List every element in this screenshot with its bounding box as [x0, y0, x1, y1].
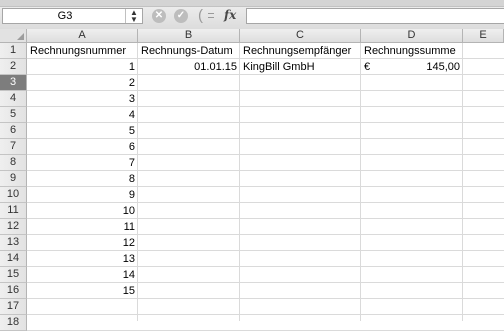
formula-bar: G3 ▲ ▼ ✕ ✓ ( fx [0, 0, 504, 30]
gridline [360, 43, 361, 321]
cell-a6[interactable]: 5 [27, 123, 138, 139]
row-header-14[interactable]: 14 [0, 251, 27, 267]
cell-a4[interactable]: 3 [27, 91, 138, 107]
select-all-triangle-icon [17, 33, 24, 40]
gridline [239, 43, 240, 321]
cell-a13[interactable]: 12 [27, 235, 138, 251]
confirm-check-icon[interactable]: ✓ [174, 9, 188, 23]
row-header-12[interactable]: 12 [0, 219, 27, 235]
cell-a16[interactable]: 15 [27, 283, 138, 299]
spreadsheet: A B C D E 1 2 3 4 5 6 7 8 9 10 11 12 13 14 15 16 17 18 Re… [0, 29, 504, 331]
row-header-5[interactable]: 5 [0, 107, 27, 123]
cell-b1[interactable]: Rechnungs-Datum [138, 43, 240, 59]
cell-c1[interactable]: Rechnungsempfänger [240, 43, 361, 59]
cell-b2[interactable]: 01.01.15 [138, 59, 240, 75]
row-header-9[interactable]: 9 [0, 171, 27, 187]
formula-input[interactable] [246, 8, 504, 24]
name-box[interactable]: G3 ▲ ▼ [2, 8, 143, 24]
row-header-13[interactable]: 13 [0, 235, 27, 251]
row-header-17[interactable]: 17 [0, 299, 27, 315]
cell-a7[interactable]: 6 [27, 139, 138, 155]
cell-a15[interactable]: 14 [27, 267, 138, 283]
insert-function-button[interactable]: ( fx [198, 7, 246, 24]
cell-d1[interactable]: Rechnungssumme [361, 43, 463, 59]
cell-a5[interactable]: 4 [27, 107, 138, 123]
cell-a10[interactable]: 9 [27, 187, 138, 203]
select-all-corner[interactable] [0, 29, 27, 43]
cell-a8[interactable]: 7 [27, 155, 138, 171]
column-header-a[interactable]: A [27, 29, 138, 43]
name-box-stepper-icon[interactable]: ▲ ▼ [125, 9, 142, 24]
row-header-1[interactable]: 1 [0, 43, 27, 59]
row-header-16[interactable]: 16 [0, 283, 27, 299]
cell-a9[interactable]: 8 [27, 171, 138, 187]
row-header-10[interactable]: 10 [0, 187, 27, 203]
row-header-7[interactable]: 7 [0, 139, 27, 155]
name-box-value[interactable]: G3 [3, 10, 127, 22]
row-header-8[interactable]: 8 [0, 155, 27, 171]
cell-a14[interactable]: 13 [27, 251, 138, 267]
column-header-d[interactable]: D [361, 29, 463, 43]
cell-a12[interactable]: 11 [27, 219, 138, 235]
row-header-6[interactable]: 6 [0, 123, 27, 139]
column-header-e[interactable]: E [463, 29, 504, 43]
row-header-15[interactable]: 15 [0, 267, 27, 283]
cell-a1[interactable]: Rechnungsnummer [27, 43, 138, 59]
row-header-4[interactable]: 4 [0, 91, 27, 107]
equals-icon [208, 13, 214, 18]
row-header-11[interactable]: 11 [0, 203, 27, 219]
cell-d2-currency[interactable]: € [361, 59, 391, 75]
cell-c2[interactable]: KingBill GmbH [240, 59, 361, 75]
gridline [27, 314, 504, 315]
cell-d2-amount[interactable]: 145,00 [391, 59, 463, 75]
fx-icon[interactable]: fx [224, 8, 236, 22]
window-top-strip [0, 0, 504, 7]
row-header-18[interactable]: 18 [0, 315, 27, 331]
cancel-x-icon[interactable]: ✕ [152, 9, 166, 23]
row-header-3[interactable]: 3 [0, 75, 27, 91]
column-header-c[interactable]: C [240, 29, 361, 43]
row-header-2[interactable]: 2 [0, 59, 27, 75]
gridline [462, 43, 463, 321]
column-header-b[interactable]: B [138, 29, 240, 43]
cell-a3[interactable]: 2 [27, 75, 138, 91]
cell-a2[interactable]: 1 [27, 59, 138, 75]
cell-a11[interactable]: 10 [27, 203, 138, 219]
cell-grid[interactable]: Rechnungsnummer Rechnungs-Datum Rechnung… [27, 43, 504, 331]
paren-icon: ( [198, 7, 203, 24]
